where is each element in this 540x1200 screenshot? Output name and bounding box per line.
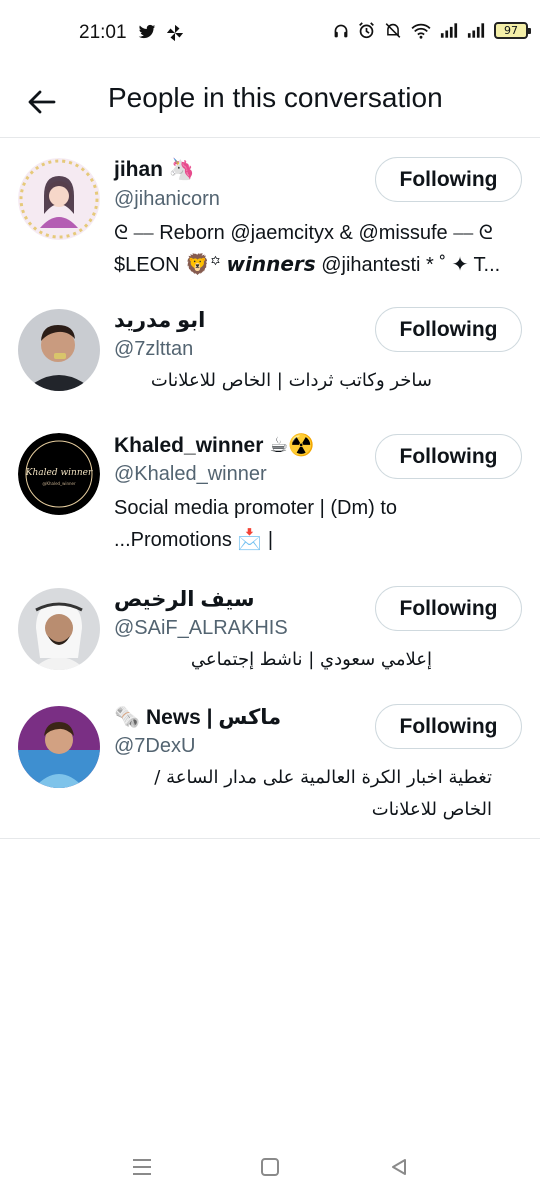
following-button[interactable]: Following xyxy=(375,157,522,202)
back-nav-button[interactable] xyxy=(386,1154,412,1180)
home-square-icon xyxy=(261,1158,279,1176)
user-bio-line: تغطية اخبار الكرة العالمية على مدار السا… xyxy=(154,767,492,788)
alarm-icon xyxy=(359,22,374,39)
mute-icon xyxy=(385,23,401,38)
avatar[interactable] xyxy=(18,158,100,240)
battery-icon: 97 xyxy=(494,22,531,39)
list-item[interactable]: ماكس | News 🗞️ @7DexU تغطية اخبار الكرة … xyxy=(0,694,540,838)
user-bio-line: $LEON 🦁꙳ 𝙬𝙞𝙣𝙣𝙚𝙧𝙨 @jihantesti * ˚ ✦ T... xyxy=(114,254,501,276)
svg-text:@Khaled_winner: @Khaled_winner xyxy=(42,481,76,486)
status-bar: 21:01 97 xyxy=(0,0,540,68)
wifi-icon xyxy=(411,23,431,39)
menu-button[interactable] xyxy=(129,1154,155,1180)
following-button[interactable]: Following xyxy=(375,586,522,631)
following-button[interactable]: Following xyxy=(375,704,522,749)
user-bio-line: Social media promoter | (Dm) to xyxy=(114,497,398,519)
avatar[interactable] xyxy=(18,706,100,788)
signal-icon xyxy=(467,23,485,38)
twitter-bird-icon xyxy=(138,24,156,39)
svg-text:Khaled winner: Khaled winner xyxy=(25,468,93,478)
user-bio-line: ᘓ ⎯⎯ Reborn @jaemcityx & @missufe ⎯⎯ ᘓ xyxy=(114,222,493,244)
page-title: People in this conversation xyxy=(108,82,443,113)
status-right-icons: 97 xyxy=(333,22,531,39)
avatar[interactable] xyxy=(18,588,100,670)
user-bio-line: ...Promotions 📩 | xyxy=(114,529,274,551)
home-button[interactable] xyxy=(257,1154,283,1180)
following-button[interactable]: Following xyxy=(375,434,522,479)
avatar[interactable] xyxy=(18,309,100,391)
signal-icon xyxy=(440,23,458,38)
user-bio-line: الخاص للاعلانات xyxy=(371,799,492,820)
headphones-icon xyxy=(334,24,348,37)
list-item[interactable]: jihan 🦄 @jihanicorn ᘓ ⎯⎯ Reborn @jaemcit… xyxy=(0,139,540,293)
list-item[interactable]: Khaled winner @Khaled_winner Khaled_winn… xyxy=(0,420,540,570)
pinwheel-icon xyxy=(166,24,184,42)
status-time: 21:01 xyxy=(79,22,127,43)
menu-icon xyxy=(133,1159,151,1175)
arrow-left-icon xyxy=(28,90,56,114)
user-bio-line: ساخر وكاتب ثردات | الخاص للاعلانات xyxy=(150,370,432,391)
list-item[interactable]: ابو مدريد @7zlttan ساخر وكاتب ثردات | ال… xyxy=(0,293,540,420)
system-nav-bar xyxy=(0,1134,540,1200)
avatar[interactable]: Khaled winner @Khaled_winner xyxy=(18,433,100,515)
back-button[interactable] xyxy=(22,82,62,122)
status-left-icons xyxy=(138,24,184,42)
battery-level: 97 xyxy=(504,24,518,37)
people-list: jihan 🦄 @jihanicorn ᘓ ⎯⎯ Reborn @jaemcit… xyxy=(0,139,540,839)
user-bio-line: إعلامي سعودي | ناشط إجتماعي xyxy=(190,649,432,670)
header: People in this conversation xyxy=(0,68,540,138)
back-triangle-icon xyxy=(392,1159,406,1175)
following-button[interactable]: Following xyxy=(375,307,522,352)
list-item[interactable]: سيف الرخيص @SAiF_ALRAKHIS إعلامي سعودي |… xyxy=(0,570,540,694)
